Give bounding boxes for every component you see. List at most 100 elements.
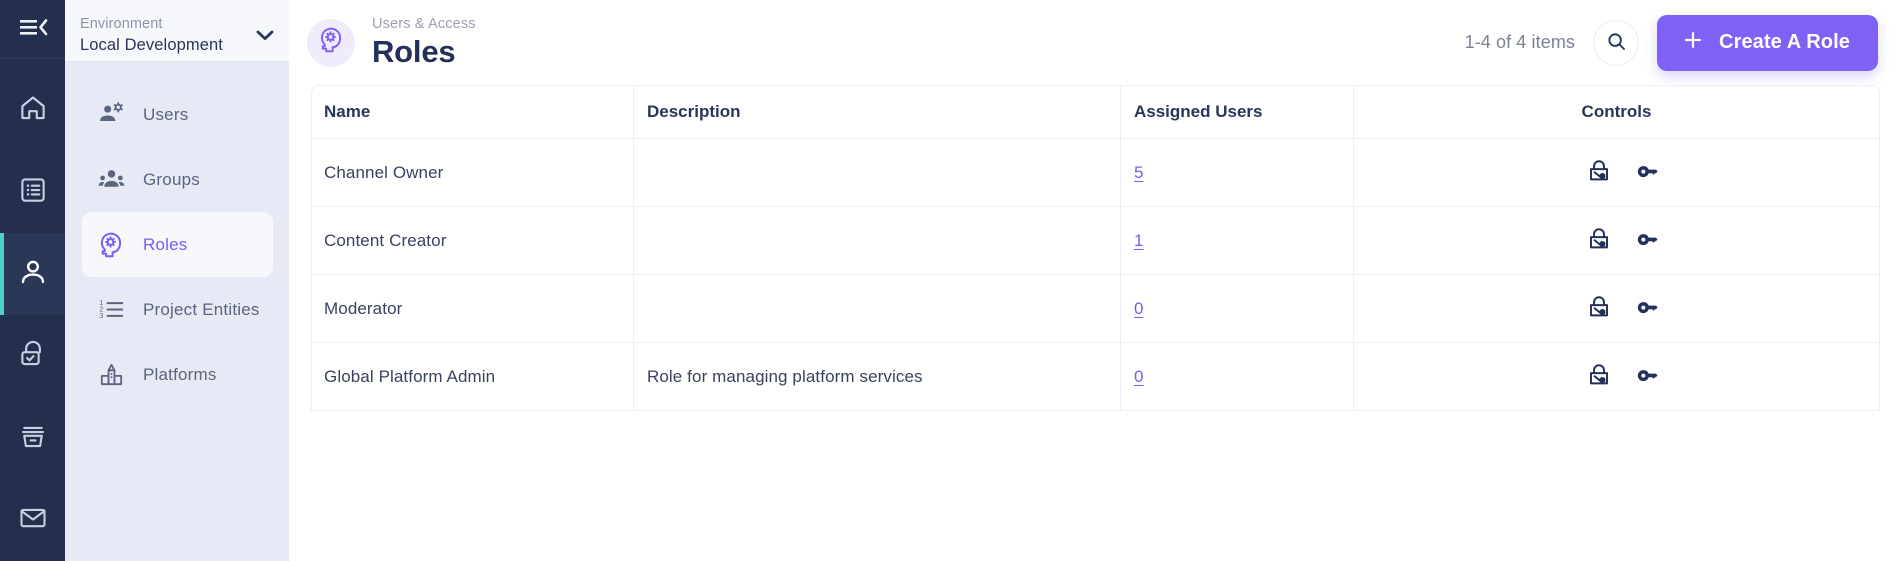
column-header-description[interactable]: Description bbox=[633, 85, 1120, 139]
environment-selector[interactable]: Environment Local Development bbox=[65, 0, 289, 62]
group-people-icon bbox=[96, 165, 126, 195]
sidebar-item-users[interactable]: Users bbox=[82, 82, 273, 147]
rail-item-home[interactable] bbox=[0, 69, 65, 151]
cell-role-description bbox=[633, 207, 1120, 275]
secondary-sidebar: Environment Local Development Users Grou… bbox=[65, 0, 289, 561]
cell-role-description: Role for managing platform services bbox=[633, 343, 1120, 411]
platform-building-icon bbox=[96, 360, 126, 390]
permissions-button[interactable] bbox=[1586, 294, 1612, 323]
permissions-button[interactable] bbox=[1586, 362, 1612, 391]
rail-item-messages[interactable] bbox=[0, 479, 65, 561]
rail-item-users-access[interactable] bbox=[0, 233, 65, 315]
assigned-users-link[interactable]: 0 bbox=[1134, 367, 1144, 386]
svg-text:3: 3 bbox=[99, 313, 103, 320]
head-gear-icon bbox=[96, 230, 126, 260]
rail-item-archive[interactable] bbox=[0, 397, 65, 479]
breadcrumb: Users & Access bbox=[372, 16, 476, 32]
cell-role-name: Channel Owner bbox=[311, 139, 633, 207]
create-role-label: Create A Role bbox=[1719, 31, 1850, 53]
rail-item-content[interactable] bbox=[0, 151, 65, 233]
permissions-button[interactable] bbox=[1586, 226, 1612, 255]
column-header-assigned-users[interactable]: Assigned Users bbox=[1120, 85, 1353, 139]
table-row[interactable]: Channel Owner 5 bbox=[311, 139, 1880, 207]
table-body: Channel Owner 5 Content Creator 1 Modera… bbox=[311, 139, 1880, 411]
sidebar-item-project-entities[interactable]: 1 2 3 Project Entities bbox=[82, 277, 273, 342]
numbered-list-icon: 1 2 3 bbox=[96, 295, 126, 325]
assigned-users-link[interactable]: 0 bbox=[1134, 299, 1144, 318]
key-icon bbox=[1634, 226, 1661, 256]
envelope-icon bbox=[18, 503, 48, 538]
environment-label: Environment bbox=[80, 15, 163, 32]
sidebar-item-label: Project Entities bbox=[143, 299, 260, 319]
assigned-users-link[interactable]: 5 bbox=[1134, 163, 1144, 182]
cell-controls bbox=[1353, 343, 1880, 411]
sidebar-item-label: Groups bbox=[143, 169, 200, 189]
cell-controls bbox=[1353, 207, 1880, 275]
table-header: Name Description Assigned Users Controls bbox=[311, 85, 1880, 139]
cell-controls bbox=[1353, 275, 1880, 343]
table-header-row: Name Description Assigned Users Controls bbox=[311, 85, 1880, 139]
table-row[interactable]: Content Creator 1 bbox=[311, 207, 1880, 275]
cell-assigned-users: 1 bbox=[1120, 207, 1353, 275]
cell-role-description bbox=[633, 275, 1120, 343]
cell-assigned-users: 5 bbox=[1120, 139, 1353, 207]
key-button[interactable] bbox=[1634, 362, 1661, 392]
page-header: Users & Access Roles 1-4 of 4 items Crea… bbox=[289, 0, 1902, 85]
column-header-controls: Controls bbox=[1353, 85, 1880, 139]
permissions-button[interactable] bbox=[1586, 158, 1612, 187]
page-title: Roles bbox=[372, 34, 456, 69]
sidebar-item-roles[interactable]: Roles bbox=[82, 212, 273, 277]
user-settings-icon bbox=[96, 100, 126, 130]
padlock-permissions-icon bbox=[1586, 362, 1612, 391]
cell-role-name: Content Creator bbox=[311, 207, 633, 275]
plus-icon bbox=[1682, 29, 1704, 57]
create-role-button[interactable]: Create A Role bbox=[1657, 14, 1878, 71]
app-root: Environment Local Development Users Grou… bbox=[0, 0, 1902, 561]
collapse-menu-icon bbox=[18, 15, 48, 44]
cell-role-name: Moderator bbox=[311, 275, 633, 343]
padlock-permissions-icon bbox=[1586, 226, 1612, 255]
sidebar-item-platforms[interactable]: Platforms bbox=[82, 342, 273, 407]
roles-table: Name Description Assigned Users Controls… bbox=[311, 85, 1880, 411]
item-count: 1-4 of 4 items bbox=[1464, 32, 1576, 52]
main-content: Users & Access Roles 1-4 of 4 items Crea… bbox=[289, 0, 1902, 561]
rail-item-security[interactable] bbox=[0, 315, 65, 397]
sidebar-item-groups[interactable]: Groups bbox=[82, 147, 273, 212]
header-actions: 1-4 of 4 items Create A Role bbox=[1464, 14, 1878, 71]
cell-role-name: Global Platform Admin bbox=[311, 343, 633, 411]
sidebar-item-label: Users bbox=[143, 104, 189, 124]
key-button[interactable] bbox=[1634, 226, 1661, 256]
sidebar-item-label: Platforms bbox=[143, 364, 217, 384]
table-row[interactable]: Moderator 0 bbox=[311, 275, 1880, 343]
primary-rail bbox=[0, 0, 65, 561]
search-button[interactable] bbox=[1593, 19, 1640, 66]
table-row[interactable]: Global Platform Admin Role for managing … bbox=[311, 343, 1880, 411]
padlock-permissions-icon bbox=[1586, 294, 1612, 323]
chevron-down-icon bbox=[255, 29, 275, 47]
list-document-icon bbox=[18, 175, 48, 210]
key-button[interactable] bbox=[1634, 294, 1661, 324]
column-header-name[interactable]: Name bbox=[311, 85, 633, 139]
collapse-menu-button[interactable] bbox=[0, 0, 65, 58]
cell-assigned-users: 0 bbox=[1120, 343, 1353, 411]
rail-item-list bbox=[0, 59, 65, 561]
secondary-nav-list: Users Groups Roles 1 2 3 Project Entitie… bbox=[65, 62, 289, 407]
archive-icon bbox=[18, 421, 48, 456]
key-icon bbox=[1634, 362, 1661, 392]
search-icon bbox=[1606, 31, 1627, 55]
page-title-icon-badge bbox=[307, 18, 355, 67]
home-icon bbox=[18, 93, 48, 128]
assigned-users-link[interactable]: 1 bbox=[1134, 231, 1144, 250]
environment-value: Local Development bbox=[80, 35, 223, 54]
cell-role-description bbox=[633, 139, 1120, 207]
sidebar-item-label: Roles bbox=[143, 234, 188, 254]
person-icon bbox=[17, 256, 49, 293]
head-gear-icon bbox=[317, 26, 345, 59]
key-icon bbox=[1634, 294, 1661, 324]
lock-check-icon bbox=[18, 339, 48, 374]
cell-controls bbox=[1353, 139, 1880, 207]
padlock-permissions-icon bbox=[1586, 158, 1612, 187]
key-button[interactable] bbox=[1634, 158, 1661, 188]
roles-table-container: Name Description Assigned Users Controls… bbox=[289, 85, 1902, 561]
key-icon bbox=[1634, 158, 1661, 188]
